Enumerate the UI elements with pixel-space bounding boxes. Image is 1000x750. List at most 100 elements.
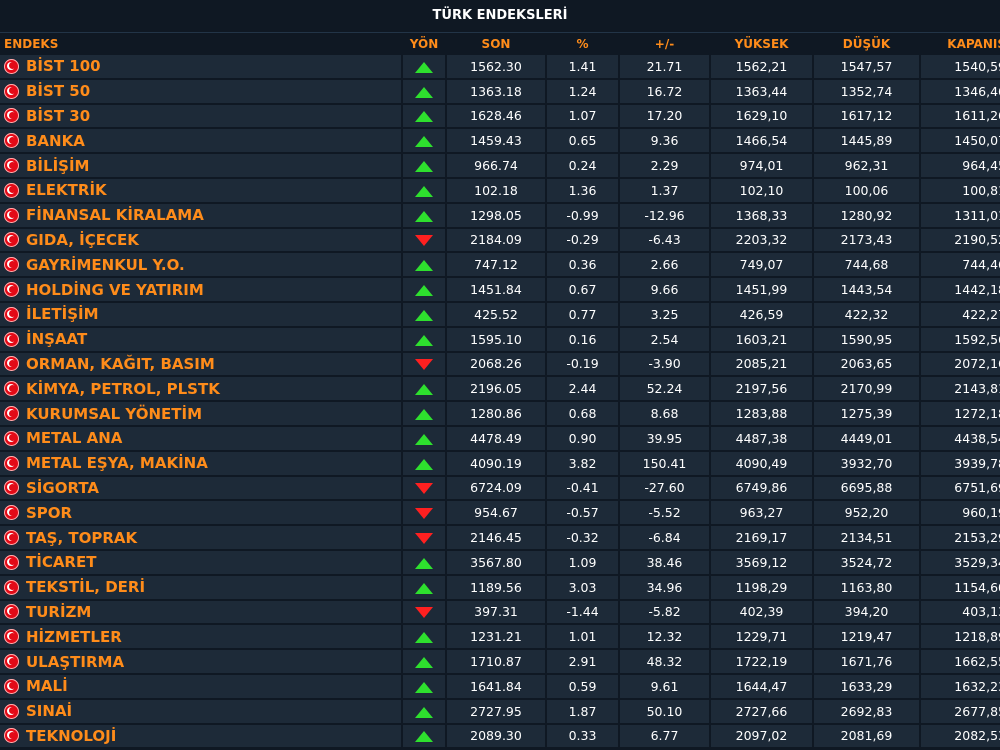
index-name[interactable]: HİZMETLER — [26, 628, 122, 646]
index-name-cell[interactable]: TEKSTİL, DERİ — [0, 575, 401, 599]
index-name-cell[interactable]: BİST 100 — [0, 55, 401, 78]
index-name-cell[interactable]: İLETİŞİM — [0, 302, 401, 326]
index-name[interactable]: ULAŞTIRMA — [26, 653, 124, 671]
index-name[interactable]: BİST 100 — [26, 57, 101, 75]
index-name[interactable]: FİNANSAL KİRALAMA — [26, 206, 204, 224]
table-row[interactable]: MALİ 1641.840.599.611644,471633,291632,23 — [0, 674, 1000, 698]
table-row[interactable]: BİLİŞİM 966.740.242.29974,01962,31964,45 — [0, 154, 1000, 177]
table-row[interactable]: ORMAN, KAĞIT, BASIM 2068.26 -0.19 -3.90 2085… — [0, 352, 1000, 376]
index-name-cell[interactable]: BİST 30 — [0, 104, 401, 128]
index-name-cell[interactable]: GAYRİMENKUL Y.O. — [0, 253, 401, 277]
son-value: 1298.05 — [447, 203, 545, 227]
table-row[interactable]: BİST 30 1628.46 1.07 17.20 1629,10 1617,12 161… — [0, 104, 1000, 128]
table-row[interactable]: TİCARET 3567.80 1.09 38.46 3569,12 3524,72 352… — [0, 550, 1000, 574]
index-name[interactable]: TAŞ, TOPRAK — [26, 529, 137, 547]
index-name[interactable]: BİLİŞİM — [26, 157, 89, 175]
header-son[interactable]: SON — [447, 35, 545, 53]
index-name-cell[interactable]: FİNANSAL KİRALAMA — [0, 203, 401, 227]
index-name[interactable]: GIDA, İÇECEK — [26, 231, 139, 249]
index-name-cell[interactable]: TİCARET — [0, 550, 401, 574]
index-name[interactable]: TEKSTİL, DERİ — [26, 578, 145, 596]
table-row[interactable]: GAYRİMENKUL Y.O. 747.12 0.36 2.66 749,07 744,… — [0, 253, 1000, 277]
table-row[interactable]: ELEKTRİK 102.181.361.37102,10100,06100,81 — [0, 178, 1000, 202]
table-row[interactable]: BANKA 1459.43 0.65 9.36 1466,54 1445,89 1450,0… — [0, 129, 1000, 153]
index-name[interactable]: ELEKTRİK — [26, 181, 107, 199]
index-name[interactable]: KURUMSAL YÖNETİM — [26, 405, 202, 423]
table-row[interactable]: TEKNOLOJİ 2089.30 0.33 6.77 2097,02 2081,69 20… — [0, 724, 1000, 748]
header-percent[interactable]: % — [547, 35, 618, 53]
table-row[interactable]: METAL ANA 4478.49 0.90 39.95 4487,38 4449,01 4… — [0, 426, 1000, 450]
header-dusuk[interactable]: DÜŞÜK — [814, 35, 919, 53]
header-yon[interactable]: YÖN — [403, 35, 445, 53]
turkey-flag-icon — [4, 430, 19, 446]
index-name[interactable]: BİST 30 — [26, 107, 90, 125]
index-name-cell[interactable]: SPOR — [0, 501, 401, 525]
table-row[interactable]: BİST 50 1363.18 1.24 16.72 1363,44 1352,74 134… — [0, 79, 1000, 103]
table-row[interactable]: İNŞAAT 1595.10 0.16 2.54 1603,21 1590,95 1592,… — [0, 327, 1000, 351]
index-name-cell[interactable]: SİGORTA — [0, 476, 401, 500]
index-name-cell[interactable]: ELEKTRİK — [0, 178, 401, 202]
turkey-flag-icon — [4, 554, 19, 570]
table-row[interactable]: TAŞ, TOPRAK 2146.45 -0.32 -6.84 2169,17 2134,… — [0, 526, 1000, 549]
high-value: 1603,21 — [711, 327, 812, 351]
index-name-cell[interactable]: TAŞ, TOPRAK — [0, 526, 401, 549]
index-name[interactable]: SPOR — [26, 504, 72, 522]
index-name[interactable]: METAL EŞYA, MAKİNA — [26, 454, 208, 472]
index-name[interactable]: TİCARET — [26, 553, 96, 571]
index-name-cell[interactable]: ULAŞTIRMA — [0, 650, 401, 673]
table-row[interactable]: İLETİŞİM 425.520.773.25426,59422,32422,27 — [0, 302, 1000, 326]
header-kapanis[interactable]: KAPANIŞ — [921, 35, 1000, 53]
index-name-cell[interactable]: TURİZM — [0, 600, 401, 624]
index-name[interactable]: TURİZM — [26, 603, 91, 621]
table-row[interactable]: BİST 100 1562.30 1.41 21.71 1562,21 1547,57 15… — [0, 55, 1000, 78]
index-name-cell[interactable]: TEKNOLOJİ — [0, 724, 401, 748]
index-name[interactable]: İNŞAAT — [26, 330, 87, 348]
index-name[interactable]: ORMAN, KAĞIT, BASIM — [26, 355, 215, 373]
table-row[interactable]: GIDA, İÇECEK 2184.09 -0.29 -6.43 2203,32 2173… — [0, 228, 1000, 252]
table-row[interactable]: KURUMSAL YÖNETİM 1280.86 0.68 8.68 1283,88 12… — [0, 402, 1000, 425]
index-name-cell[interactable]: MALİ — [0, 674, 401, 698]
table-row[interactable]: SINAİ 2727.95 1.87 50.10 2727,66 2692,83 2677,… — [0, 699, 1000, 723]
index-name[interactable]: BİST 50 — [26, 82, 90, 100]
index-name-cell[interactable]: BİST 50 — [0, 79, 401, 103]
index-name[interactable]: HOLDİNG VE YATIRIM — [26, 281, 204, 299]
header-endeks[interactable]: ENDEKS — [0, 35, 401, 53]
index-name-cell[interactable]: BANKA — [0, 129, 401, 153]
index-name-cell[interactable]: METAL EŞYA, MAKİNA — [0, 451, 401, 475]
index-name[interactable]: SİGORTA — [26, 479, 99, 497]
index-name[interactable]: METAL ANA — [26, 429, 122, 447]
index-name[interactable]: TEKNOLOJİ — [26, 727, 116, 745]
index-name-cell[interactable]: GIDA, İÇECEK — [0, 228, 401, 252]
index-name-cell[interactable]: HOLDİNG VE YATIRIM — [0, 278, 401, 301]
turkey-flag-icon — [4, 530, 19, 546]
index-name-cell[interactable]: HİZMETLER — [0, 625, 401, 649]
index-name-cell[interactable]: KİMYA, PETROL, PLSTK — [0, 377, 401, 401]
index-name[interactable]: İLETİŞİM — [26, 305, 99, 323]
table-row[interactable]: SİGORTA 6724.09 -0.41 -27.60 6749,86 6695,88 6… — [0, 476, 1000, 500]
index-name-cell[interactable]: METAL ANA — [0, 426, 401, 450]
index-name-cell[interactable]: ORMAN, KAĞIT, BASIM — [0, 352, 401, 376]
index-name-cell[interactable]: KURUMSAL YÖNETİM — [0, 402, 401, 425]
index-name[interactable]: GAYRİMENKUL Y.O. — [26, 256, 185, 274]
table-row[interactable]: KİMYA, PETROL, PLSTK 2196.05 2.44 52.24 2197… — [0, 377, 1000, 401]
index-name[interactable]: MALİ — [26, 677, 68, 695]
table-row[interactable]: METAL EŞYA, MAKİNA 4090.19 3.82 150.41 4090,… — [0, 451, 1000, 475]
table-row[interactable]: TURİZM 397.31-1.44-5.82402,39394,20403,13 — [0, 600, 1000, 624]
index-name-cell[interactable]: İNŞAAT — [0, 327, 401, 351]
index-name-cell[interactable]: BİLİŞİM — [0, 154, 401, 177]
header-yuksek[interactable]: YÜKSEK — [711, 35, 812, 53]
table-row[interactable]: FİNANSAL KİRALAMA 1298.05 -0.99 -12.96 1368,… — [0, 203, 1000, 227]
index-name[interactable]: BANKA — [26, 132, 85, 150]
index-name-cell[interactable]: SINAİ — [0, 699, 401, 723]
table-row[interactable]: ULAŞTIRMA 1710.87 2.91 48.32 1722,19 1671,76 1… — [0, 650, 1000, 673]
table-row[interactable]: HİZMETLER 1231.21 1.01 12.32 1229,71 1219,47 1… — [0, 625, 1000, 649]
index-name[interactable]: KİMYA, PETROL, PLSTK — [26, 380, 220, 398]
table-row[interactable]: SPOR 954.67-0.57-5.52963,27952,20960,19 — [0, 501, 1000, 525]
table-row[interactable]: HOLDİNG VE YATIRIM 1451.84 0.67 9.66 1451,99… — [0, 278, 1000, 301]
table-row[interactable]: TEKSTİL, DERİ 1189.56 3.03 34.96 1198,29 1163… — [0, 575, 1000, 599]
close-value: 1311,01 — [921, 203, 1000, 227]
index-name[interactable]: SINAİ — [26, 702, 72, 720]
close-value: 1218,89 — [921, 625, 1000, 649]
direction-cell — [403, 79, 445, 103]
header-change[interactable]: +/- — [620, 35, 709, 53]
